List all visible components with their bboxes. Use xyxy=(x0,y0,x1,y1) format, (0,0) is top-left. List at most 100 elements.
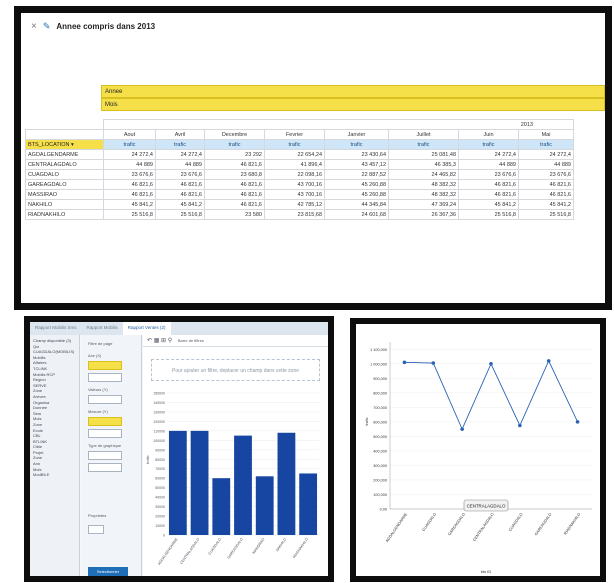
data-point xyxy=(546,359,551,363)
series-line xyxy=(404,359,578,431)
property-input[interactable] xyxy=(88,525,104,534)
measure-header: trafic xyxy=(458,139,519,150)
value-cell: 46 821,6 xyxy=(204,199,265,210)
row-field-annee[interactable]: Annee xyxy=(101,85,605,98)
value-cell: 45 841,2 xyxy=(103,199,156,210)
data-point xyxy=(402,360,407,365)
x-tick-label: CUAGDALO xyxy=(422,512,438,532)
table-row[interactable]: CUAGDALO 23 676,6 23 676,6 23 680,8 22 098,1… xyxy=(25,169,574,180)
x-tick-label: GAREAGDALO xyxy=(534,512,553,536)
value-cell: 42 785,12 xyxy=(264,199,325,210)
line-chart: 0,00 100,000 200,000 300,000 400,000 500,000 6… xyxy=(365,342,592,574)
grid-icon[interactable]: ⊞ xyxy=(161,338,166,344)
pivot-body: AGDALGENDARME 24 272,4 24 272,4 23 292 22 65… xyxy=(25,149,574,220)
bts-location-header[interactable]: BTS_LOCATION ▾ xyxy=(25,139,104,150)
value-cell: 46 821,6 xyxy=(518,189,574,200)
table-row[interactable]: CENTRALAGDALO 44 889 44 889 46 821,6 41 896,… xyxy=(25,159,574,170)
select-button[interactable]: Selectionner xyxy=(88,567,128,576)
measure-header: trafic xyxy=(264,139,325,150)
value-cell: 48 382,32 xyxy=(388,189,459,200)
month-header[interactable]: Janvier xyxy=(324,129,389,140)
chart-type-select[interactable] xyxy=(88,463,122,472)
y-tick-label: 20000 xyxy=(155,515,165,519)
month-header[interactable]: Aout xyxy=(103,129,156,140)
value-cell: 46 821,6 xyxy=(204,179,265,190)
value-cell: 25 081,48 xyxy=(388,149,459,160)
value-cell: 45 260,88 xyxy=(324,179,389,190)
y-tick-label: 150000 xyxy=(153,392,165,396)
month-header[interactable]: Avril xyxy=(155,129,205,140)
location-cell: AGDALGENDARME xyxy=(25,149,104,160)
measure-row: BTS_LOCATION ▾ trafic trafic trafic trafic t… xyxy=(25,139,574,150)
row-field-mois[interactable]: Mois xyxy=(101,98,605,111)
bar xyxy=(255,476,274,535)
data-point xyxy=(431,361,436,365)
chart-type-input[interactable] xyxy=(88,451,122,460)
option-label-4: Mesure (Y) xyxy=(88,409,108,414)
bar xyxy=(190,430,209,535)
month-header[interactable]: Mai xyxy=(518,129,574,140)
close-icon[interactable]: × xyxy=(31,21,37,32)
filter-header: × ✎ Annee compris dans 2013 xyxy=(31,21,155,32)
pencil-icon[interactable]: ✎ xyxy=(43,21,51,32)
x-tick-label: RIADNAKHILO xyxy=(563,512,581,535)
table-row[interactable]: MASSIRAO 46 821,6 46 821,6 46 821,6 43 700,1… xyxy=(25,189,574,200)
measure-field[interactable] xyxy=(88,417,122,426)
axis-input[interactable] xyxy=(88,373,122,382)
measure-header: trafic xyxy=(204,139,265,150)
table-row[interactable]: NAKHILO 45 841,2 45 841,2 46 821,6 42 785,12… xyxy=(25,199,574,210)
value-cell: 24 272,4 xyxy=(155,149,205,160)
values-input[interactable] xyxy=(88,395,122,404)
value-cell: 23 815,68 xyxy=(264,209,325,220)
measure-input[interactable] xyxy=(88,429,122,438)
table-row[interactable]: AGDALGENDARME 24 272,4 24 272,4 23 292 22 65… xyxy=(25,149,574,160)
field-item[interactable]: CUAGDALO(MOBILIS) xyxy=(33,349,76,355)
table-row[interactable]: RIADNAKHILO 25 516,8 25 516,8 23 580 23 815,… xyxy=(25,209,574,220)
y-tick-label: 1 000,000 xyxy=(370,362,387,366)
sort-icon[interactable]: ▾ xyxy=(71,142,74,148)
field-item[interactable]: Champ disponible (3) xyxy=(33,338,76,344)
undo-icon[interactable]: ↶ xyxy=(147,338,152,344)
option-label-1: Filtre de page xyxy=(88,341,113,346)
data-point xyxy=(460,427,464,431)
field-list: Champ disponible (3) Qui CUAGDALO(MOBILIS)… xyxy=(30,335,80,576)
value-cell: 22 654,24 xyxy=(264,149,325,160)
x-tick-label: AGDALGENDARME xyxy=(385,512,409,543)
y-tick-label: 90000 xyxy=(155,448,165,452)
month-header[interactable]: Decembre xyxy=(204,129,265,140)
axis-field[interactable] xyxy=(88,361,122,370)
month-header[interactable]: Fevrier xyxy=(264,129,325,140)
report-designer-panel: Rapport Mobilis Sms Rapport Mobilis Rappor… xyxy=(24,316,334,582)
y-tick-label: 900,000 xyxy=(373,377,387,381)
month-header-row: Aout Avril Decembre Fevrier Janvier Juillet Ju… xyxy=(25,129,574,140)
chart-icon[interactable]: ▦ xyxy=(154,338,160,344)
bar-chart: 0 10000 20000 30000 40000 50000 60000 70000 8000… xyxy=(145,392,319,566)
field-item[interactable]: ModBILE xyxy=(33,472,76,478)
line-chart-content: 0,00 100,000 200,000 300,000 400,000 500,000 6… xyxy=(356,324,600,576)
tab-3[interactable]: Rapport Ventes (2) xyxy=(122,322,171,335)
month-header[interactable]: Juillet xyxy=(388,129,459,140)
month-header[interactable]: Juin xyxy=(458,129,519,140)
year-header: 2013 xyxy=(103,119,574,130)
pivot-table: 2013 Aout Avril Decembre Fevrier Janvier Juil… xyxy=(25,119,574,220)
y-tick-label: 30000 xyxy=(155,505,165,509)
value-cell: 43 700,16 xyxy=(264,179,325,190)
x-tick-label: AGDALGENDARME xyxy=(157,537,179,566)
tab-2[interactable]: Rapport Mobilis xyxy=(82,322,123,335)
bar xyxy=(234,435,252,535)
location-cell: CUAGDALO xyxy=(25,169,104,180)
pivot-table-content: × ✎ Annee compris dans 2013 Annee Mois 2… xyxy=(21,13,605,303)
value-cell: 41 896,4 xyxy=(264,159,325,170)
value-cell: 44 345,84 xyxy=(324,199,389,210)
table-row[interactable]: GAREAGDALO 46 821,6 46 821,6 46 821,6 43 700… xyxy=(25,179,574,190)
value-cell: 44 889 xyxy=(458,159,519,170)
filter-icon[interactable]: ⚲ xyxy=(168,338,172,344)
data-point xyxy=(575,420,580,424)
value-cell: 46 385,3 xyxy=(388,159,459,170)
value-cell: 46 821,6 xyxy=(458,179,519,190)
value-cell: 22 887,52 xyxy=(324,169,389,180)
x-tick-label: CENTRALAGDALO xyxy=(472,512,495,542)
value-cell: 23 292 xyxy=(204,149,265,160)
drop-zone-hint[interactable]: Pour ajouter un filtre, deplacer un cham… xyxy=(151,359,320,381)
tab-1[interactable]: Rapport Mobilis Sms xyxy=(30,322,82,335)
